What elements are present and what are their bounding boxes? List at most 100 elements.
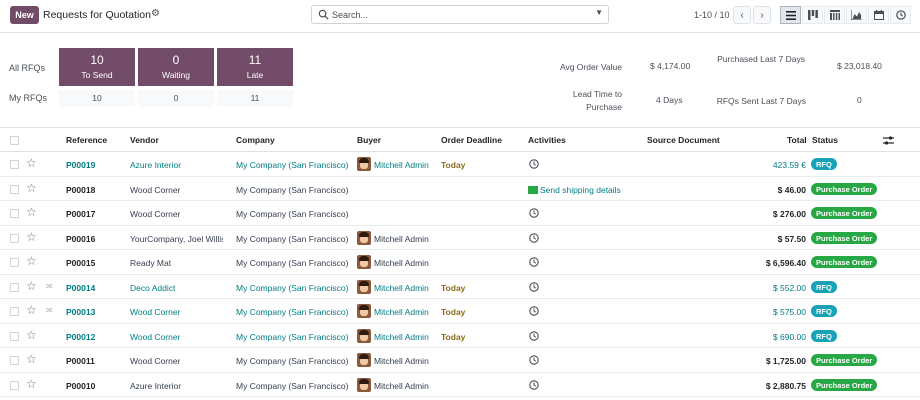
company-cell: My Company (San Francisco) bbox=[236, 160, 349, 170]
table-row[interactable]: ☆ ✉ P00014 Deco Addict My Company (San Franc… bbox=[0, 275, 920, 299]
star-icon[interactable]: ☆ bbox=[26, 230, 37, 244]
reference-cell[interactable]: P00019 bbox=[66, 160, 95, 170]
row-checkbox[interactable] bbox=[10, 282, 19, 292]
activity-cell[interactable]: Send shipping details bbox=[528, 185, 621, 195]
my-late[interactable]: 11 bbox=[217, 90, 293, 107]
kanban-view-button[interactable] bbox=[802, 6, 823, 24]
star-icon[interactable]: ☆ bbox=[26, 352, 37, 366]
table-row[interactable]: ☆ P00011 Wood Corner My Company (San Franci… bbox=[0, 348, 920, 373]
column-total[interactable]: Total bbox=[787, 135, 807, 145]
reference-cell[interactable]: P00011 bbox=[66, 356, 95, 366]
activity-view-button[interactable] bbox=[890, 6, 911, 24]
buyer-cell: Mitchell Admin bbox=[374, 282, 429, 293]
tile-waiting[interactable]: 0 Waiting bbox=[138, 48, 214, 86]
clock-icon[interactable] bbox=[529, 232, 539, 243]
avatar bbox=[357, 157, 371, 171]
company-cell: My Company (San Francisco) bbox=[236, 184, 349, 195]
column-source-document[interactable]: Source Document bbox=[647, 135, 720, 145]
clock-icon[interactable] bbox=[529, 379, 539, 390]
list-view-icon bbox=[785, 10, 796, 20]
tile-late[interactable]: 11 Late bbox=[217, 48, 293, 86]
row-checkbox[interactable] bbox=[10, 356, 19, 365]
status-badge: RFQ bbox=[811, 280, 837, 293]
star-icon[interactable]: ☆ bbox=[26, 377, 37, 391]
row-checkbox[interactable] bbox=[10, 258, 19, 267]
graph-view-button[interactable] bbox=[846, 6, 867, 24]
reference-cell[interactable]: P00012 bbox=[66, 332, 95, 342]
table-row[interactable]: ☆ P00010 Azure Interior My Company (San Fra… bbox=[0, 373, 920, 397]
clock-icon[interactable] bbox=[529, 306, 539, 316]
reference-cell[interactable]: P00015 bbox=[66, 258, 95, 268]
total-cell: $ 57.50 bbox=[777, 233, 806, 244]
optional-columns-icon[interactable] bbox=[883, 136, 894, 145]
pivot-view-button[interactable] bbox=[824, 6, 845, 24]
vendor-cell: Azure Interior bbox=[130, 380, 182, 391]
table-row[interactable]: ☆ P00016 YourCompany, Joel Willis My Compan… bbox=[0, 226, 920, 250]
pager-next-button[interactable]: › bbox=[753, 6, 771, 24]
tile-value: 10 bbox=[90, 53, 104, 67]
clock-icon[interactable] bbox=[529, 159, 539, 169]
row-checkbox[interactable] bbox=[10, 233, 19, 243]
buyer-cell: Mitchell Admin bbox=[374, 307, 429, 317]
tile-label: Waiting bbox=[161, 70, 191, 80]
column-buyer[interactable]: Buyer bbox=[357, 135, 381, 145]
tile-to-send[interactable]: 10 To Send bbox=[59, 48, 135, 86]
reference-cell[interactable]: P00017 bbox=[66, 209, 95, 219]
avatar bbox=[357, 230, 371, 245]
status-badge: RFQ bbox=[811, 329, 837, 342]
clock-icon[interactable] bbox=[529, 355, 539, 365]
vendor-cell: Azure Interior bbox=[130, 160, 182, 170]
new-button[interactable]: New bbox=[10, 6, 39, 24]
clock-icon[interactable] bbox=[529, 257, 539, 267]
reference-cell[interactable]: P00016 bbox=[66, 234, 95, 244]
status-badge: Purchase Order bbox=[811, 256, 878, 268]
column-company[interactable]: Company bbox=[236, 135, 275, 145]
select-all-checkbox[interactable] bbox=[10, 136, 19, 145]
buyer-cell: Mitchell Admin bbox=[374, 356, 429, 366]
row-checkbox[interactable] bbox=[10, 184, 19, 194]
star-icon[interactable]: ☆ bbox=[26, 279, 37, 293]
clock-icon[interactable] bbox=[529, 330, 539, 341]
calendar-view-button[interactable] bbox=[868, 6, 889, 24]
pager-previous-button[interactable]: ‹ bbox=[733, 6, 751, 24]
table-row[interactable]: ☆ P00012 Wood Corner My Company (San Franci… bbox=[0, 324, 920, 348]
pager-value[interactable]: 1-10 / 10 bbox=[694, 10, 730, 20]
search-options-caret-icon[interactable]: ▼ bbox=[595, 8, 603, 17]
column-status[interactable]: Status bbox=[812, 135, 838, 145]
row-checkbox[interactable] bbox=[10, 331, 19, 341]
star-icon[interactable]: ☆ bbox=[26, 181, 37, 195]
row-checkbox[interactable] bbox=[10, 307, 19, 316]
column-order-deadline[interactable]: Order Deadline bbox=[441, 135, 502, 145]
star-icon[interactable]: ☆ bbox=[26, 254, 37, 268]
reference-cell[interactable]: P00010 bbox=[66, 381, 95, 391]
clock-icon[interactable] bbox=[529, 208, 539, 218]
clock-icon[interactable] bbox=[529, 281, 539, 292]
star-icon[interactable]: ☆ bbox=[26, 205, 37, 219]
row-checkbox[interactable] bbox=[10, 209, 19, 218]
star-icon[interactable]: ☆ bbox=[26, 328, 37, 342]
table-header: Reference Vendor Company Buyer Order Dea… bbox=[0, 128, 920, 152]
table-row[interactable]: ☆ ✉ P00013 Wood Corner My Company (San Franc… bbox=[0, 299, 920, 324]
table-row[interactable]: ☆ P00018 Wood Corner My Company (San Franci… bbox=[0, 177, 920, 201]
my-waiting[interactable]: 0 bbox=[138, 90, 214, 107]
gear-icon[interactable]: ⚙ bbox=[151, 8, 160, 19]
row-checkbox[interactable] bbox=[10, 380, 19, 390]
rfqs-sent-label: RFQs Sent Last 7 Days bbox=[716, 96, 806, 106]
star-icon[interactable]: ☆ bbox=[26, 303, 37, 317]
reference-cell[interactable]: P00013 bbox=[66, 307, 95, 317]
company-cell: My Company (San Francisco) bbox=[236, 209, 349, 219]
table-row[interactable]: ☆ P00019 Azure Interior My Company (San Fra… bbox=[0, 152, 920, 177]
pivot-view-icon bbox=[829, 10, 840, 20]
column-vendor[interactable]: Vendor bbox=[130, 135, 159, 145]
reference-cell[interactable]: P00014 bbox=[66, 283, 95, 293]
column-reference[interactable]: Reference bbox=[66, 135, 107, 145]
search-input[interactable] bbox=[332, 8, 582, 21]
table-row[interactable]: ☆ P00017 Wood Corner My Company (San Franci… bbox=[0, 201, 920, 226]
table-row[interactable]: ☆ P00015 Ready Mat My Company (San Francisc… bbox=[0, 250, 920, 275]
column-activities[interactable]: Activities bbox=[528, 135, 566, 145]
reference-cell[interactable]: P00018 bbox=[66, 185, 95, 195]
list-view-button[interactable] bbox=[780, 6, 801, 24]
star-icon[interactable]: ☆ bbox=[26, 156, 37, 170]
row-checkbox[interactable] bbox=[10, 160, 19, 169]
my-to-send[interactable]: 10 bbox=[59, 90, 135, 107]
